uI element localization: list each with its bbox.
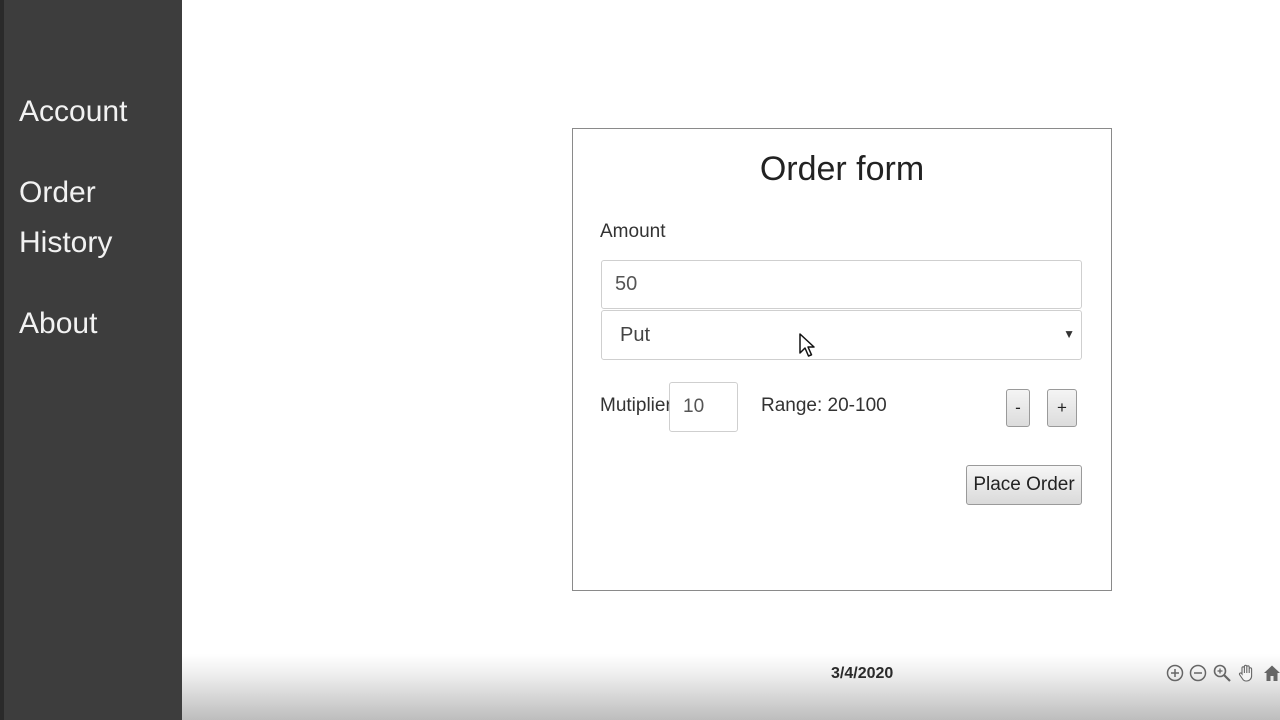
zoom-in-icon[interactable] <box>1165 663 1185 683</box>
home-icon[interactable] <box>1262 663 1280 683</box>
zoom-out-icon[interactable] <box>1188 663 1208 683</box>
order-form-title: Order form <box>759 150 925 188</box>
amount-input[interactable] <box>601 260 1082 309</box>
sidebar-item-about[interactable]: About <box>19 299 169 349</box>
sidebar-item-account[interactable]: Account <box>19 87 169 137</box>
sidebar-item-order-history-2[interactable]: History <box>19 218 169 268</box>
chevron-down-icon: ▼ <box>1063 327 1075 341</box>
decrement-button[interactable]: - <box>1006 389 1030 427</box>
option-type-selected-value: Put <box>620 324 651 346</box>
date-label: 3/4/2020 <box>831 665 894 682</box>
multiplier-label: Mutiplier <box>600 395 672 416</box>
option-type-select[interactable]: Put ▼ <box>601 310 1082 360</box>
range-text: Range: 20-100 <box>761 395 887 416</box>
magnifier-icon[interactable] <box>1212 663 1232 683</box>
increment-button[interactable]: + <box>1047 389 1077 427</box>
multiplier-input[interactable] <box>669 382 738 432</box>
pan-hand-icon[interactable] <box>1237 663 1257 683</box>
sidebar-item-order-history[interactable]: Order <box>19 168 169 218</box>
amount-label: Amount <box>600 221 666 242</box>
mouse-cursor-icon <box>799 333 815 357</box>
place-order-button[interactable]: Place Order <box>966 465 1082 505</box>
bottom-toolbar <box>182 654 1280 720</box>
